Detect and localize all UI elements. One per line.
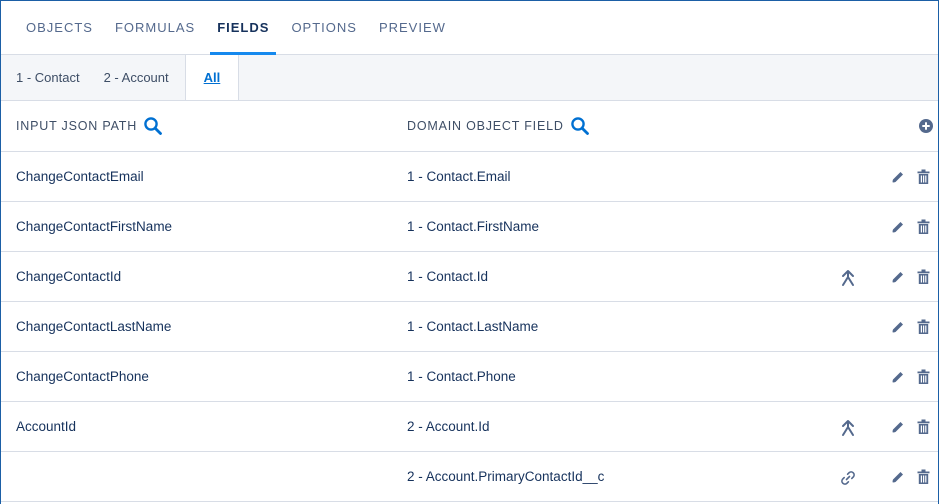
- link-icon: [839, 469, 857, 487]
- tab-preview[interactable]: PREVIEW: [368, 1, 457, 54]
- search-icon[interactable]: [570, 116, 590, 136]
- domain-object-field-cell: 2 - Account.Id: [407, 419, 490, 434]
- pencil-icon[interactable]: [890, 220, 905, 235]
- domain-object-field-label: DOMAIN OBJECT FIELD: [407, 119, 564, 133]
- search-icon[interactable]: [143, 116, 163, 136]
- tab-objects[interactable]: OBJECTS: [15, 1, 104, 54]
- input-json-path-cell: AccountId: [16, 419, 77, 434]
- input-json-path-cell: ChangeContactFirstName: [16, 219, 173, 234]
- domain-object-field-cell: 2 - Account.PrimaryContactId__c: [407, 469, 605, 484]
- domain-object-field-cell: 1 - Contact.Id: [407, 269, 489, 284]
- trash-icon[interactable]: [917, 319, 930, 335]
- pencil-icon[interactable]: [890, 170, 905, 185]
- upsert-key-icon: [839, 419, 857, 437]
- input-json-path-cell: ChangeContactId: [16, 269, 122, 284]
- add-icon[interactable]: [918, 118, 934, 134]
- trash-icon[interactable]: [917, 169, 930, 185]
- table-row: ChangeContactEmail 1 - Contact.Email: [1, 152, 938, 202]
- table-row: ChangeContactPhone 1 - Contact.Phone: [1, 352, 938, 402]
- object-filter-tabs: 1 - Contact 2 - Account All: [1, 55, 938, 101]
- main-tab-bar: OBJECTS FORMULAS FIELDS OPTIONS PREVIEW: [1, 1, 938, 55]
- input-json-path-header: INPUT JSON PATH: [16, 116, 163, 136]
- domain-object-field-cell: 1 - Contact.FirstName: [407, 219, 540, 234]
- subtab-account[interactable]: 2 - Account: [92, 55, 181, 100]
- pencil-icon[interactable]: [890, 370, 905, 385]
- table-row: 2 - Account.PrimaryContactId__c: [1, 452, 938, 502]
- table-row: ChangeContactId 1 - Contact.Id: [1, 252, 938, 302]
- tab-formulas[interactable]: FORMULAS: [104, 1, 206, 54]
- input-json-path-cell: ChangeContactLastName: [16, 319, 172, 334]
- trash-icon[interactable]: [917, 369, 930, 385]
- table-row: ChangeContactLastName 1 - Contact.LastNam…: [1, 302, 938, 352]
- domain-object-field-cell: 1 - Contact.Email: [407, 169, 511, 184]
- table-header: INPUT JSON PATH DOMAIN OBJECT FIELD: [1, 101, 938, 152]
- pencil-icon[interactable]: [890, 470, 905, 485]
- trash-icon[interactable]: [917, 419, 930, 435]
- input-json-path-label: INPUT JSON PATH: [16, 119, 138, 133]
- trash-icon[interactable]: [917, 469, 930, 485]
- tab-options[interactable]: OPTIONS: [280, 1, 368, 54]
- mapping-rows: ChangeContactEmail 1 - Contact.Email Chang…: [1, 152, 938, 502]
- domain-object-field-header: DOMAIN OBJECT FIELD: [407, 116, 590, 136]
- pencil-icon[interactable]: [890, 320, 905, 335]
- subtab-all[interactable]: All: [184, 55, 240, 100]
- subtab-contact[interactable]: 1 - Contact: [1, 55, 92, 100]
- input-json-path-cell: ChangeContactPhone: [16, 369, 149, 384]
- trash-icon[interactable]: [917, 219, 930, 235]
- upsert-key-icon: [839, 269, 857, 287]
- domain-object-field-cell: 1 - Contact.LastName: [407, 319, 539, 334]
- pencil-icon[interactable]: [890, 420, 905, 435]
- table-row: AccountId 2 - Account.Id: [1, 402, 938, 452]
- domain-object-field-cell: 1 - Contact.Phone: [407, 369, 516, 384]
- mapping-panel: OBJECTS FORMULAS FIELDS OPTIONS PREVIEW …: [0, 0, 939, 504]
- input-json-path-cell: ChangeContactEmail: [16, 169, 144, 184]
- pencil-icon[interactable]: [890, 270, 905, 285]
- trash-icon[interactable]: [917, 269, 930, 285]
- table-row: ChangeContactFirstName 1 - Contact.FirstN…: [1, 202, 938, 252]
- tab-fields[interactable]: FIELDS: [206, 1, 280, 55]
